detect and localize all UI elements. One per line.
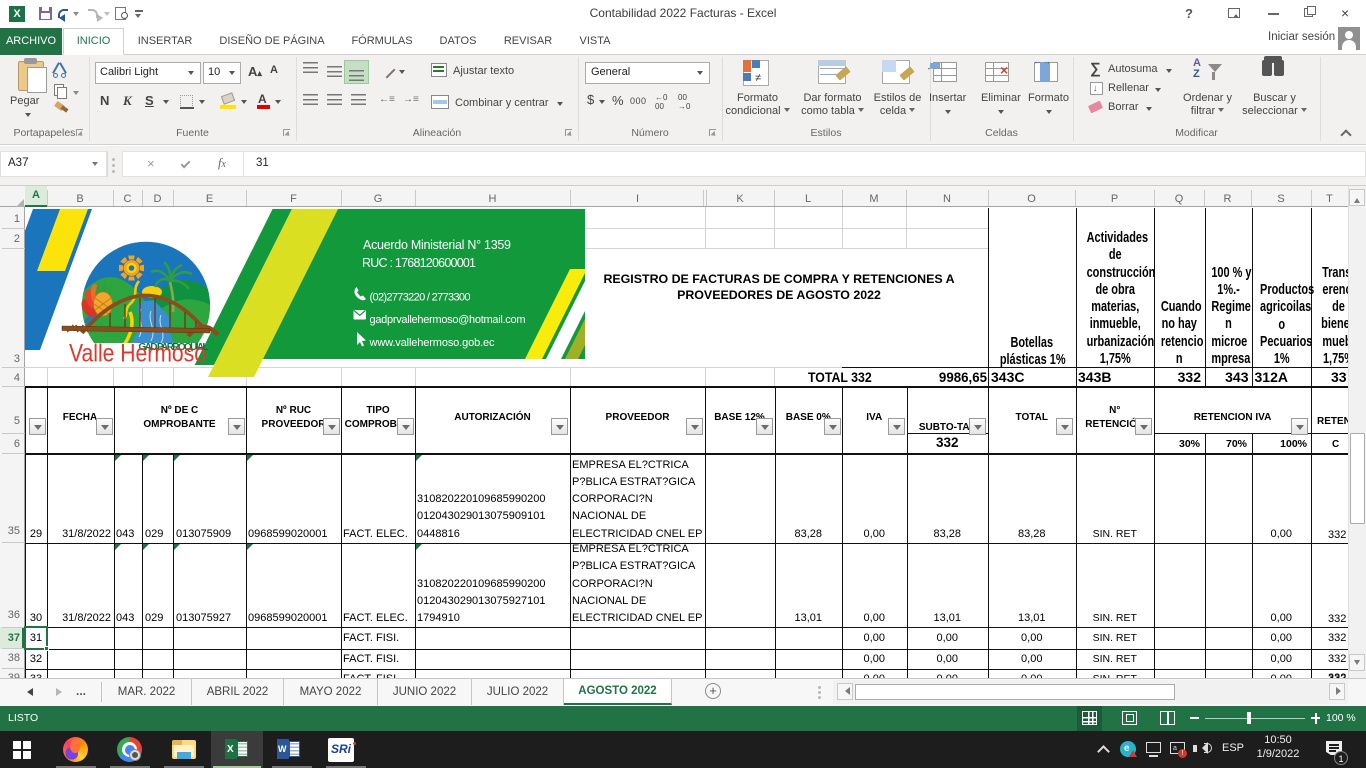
svg-text:Valle Hermoso: Valle Hermoso	[69, 340, 206, 368]
svg-text:(02)2773220 / 2773300: (02)2773220 / 2773300	[370, 292, 471, 304]
svg-text:RUC : 1768120600001: RUC : 1768120600001	[362, 256, 476, 270]
svg-text:Acuerdo Ministerial N° 1359: Acuerdo Ministerial N° 1359	[363, 238, 511, 252]
svg-text:gadprvallehermoso@hotmail.com: gadprvallehermoso@hotmail.com	[370, 314, 526, 326]
svg-text:www.vallehermoso.gob.ec: www.vallehermoso.gob.ec	[369, 337, 496, 349]
